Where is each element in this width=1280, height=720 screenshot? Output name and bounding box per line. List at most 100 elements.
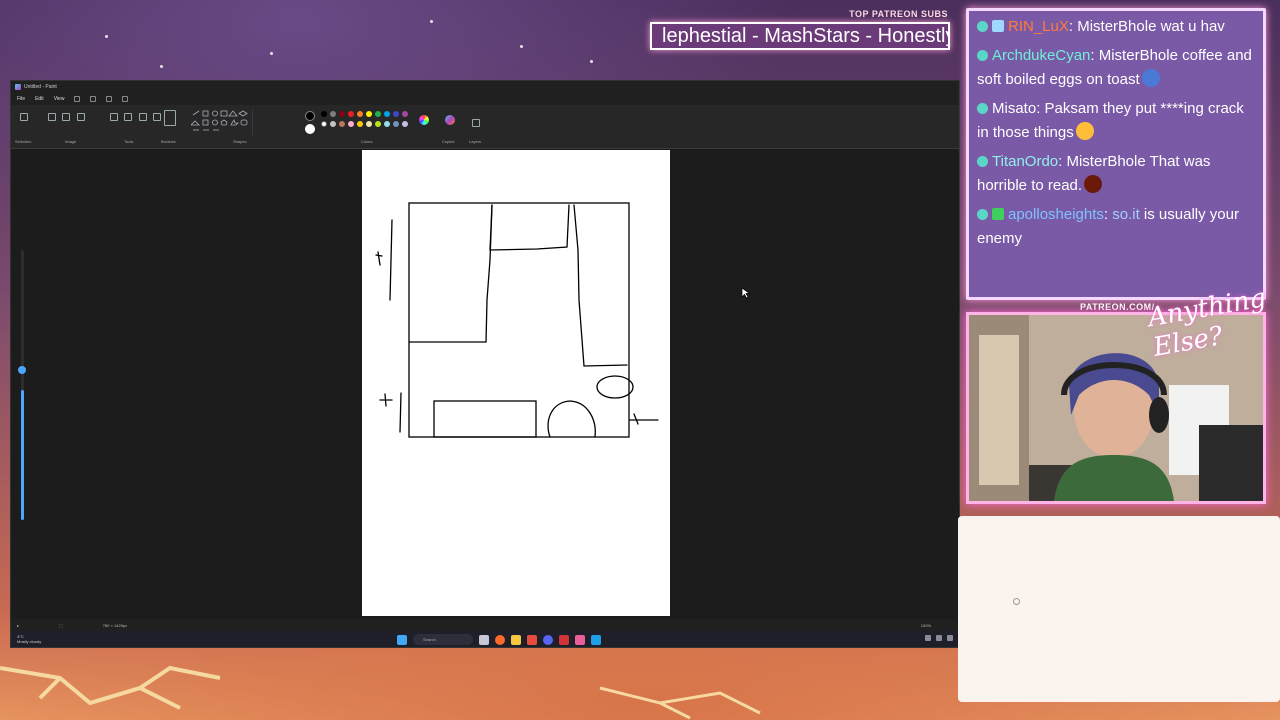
menu-file[interactable]: File [17,96,25,102]
colors-group [305,111,315,134]
zoom-level[interactable]: 100% [921,623,931,628]
palette-swatch[interactable] [339,111,345,117]
open-icon[interactable] [90,96,97,102]
menu-view[interactable]: View [54,96,65,102]
palette-swatch[interactable] [384,111,390,117]
network-icon[interactable] [936,635,942,641]
door-mark-bottom [379,392,402,433]
window-title: Untitled - Paint [24,84,57,90]
chat-badge-icon [977,50,988,61]
palette-swatch[interactable] [402,111,408,117]
chat-link[interactable]: so.it [1112,206,1140,223]
brushes-group [163,109,177,132]
palette-swatch[interactable] [348,111,354,117]
primary-color[interactable] [305,111,315,121]
firefox-icon[interactable] [495,634,505,645]
select-icon[interactable] [20,113,28,121]
discord-icon[interactable] [543,634,553,645]
text-icon[interactable] [138,113,147,121]
label-colors: Colors [361,139,373,144]
weather-widget[interactable]: 4°C Mostly cloudy [17,634,41,644]
start-icon[interactable] [397,634,407,645]
undo-icon[interactable] [106,96,113,102]
canvas-size: 780 × 1420px [102,622,128,628]
app-icon-red[interactable] [527,634,537,645]
crop-icon[interactable] [48,113,56,121]
brush-size-handle[interactable] [18,366,26,374]
fill-icon[interactable] [124,113,133,121]
label-brushes: Brushes [161,139,176,144]
task-view-icon[interactable] [479,634,489,645]
resize-icon[interactable] [62,113,71,121]
save-icon[interactable] [74,96,81,102]
palette-swatch[interactable] [357,121,363,127]
drawing-canvas[interactable] [362,150,670,616]
brush-icon[interactable] [164,110,176,126]
door-mark-top [375,219,393,301]
chat-separator: : [1103,206,1113,223]
app-icon-blue[interactable] [591,634,601,645]
file-explorer-icon[interactable] [511,634,521,645]
chat-username[interactable]: Misato [992,100,1036,117]
palette-swatch[interactable] [348,121,354,127]
palette-swatch[interactable] [393,111,399,117]
patreon-label: PATREON.COM/ [1080,302,1155,312]
secondary-color[interactable] [305,124,315,134]
star [430,20,433,23]
eraser-icon[interactable] [153,113,162,121]
user-badge-icon [992,208,1004,220]
copilot-button[interactable] [445,115,455,125]
paint-taskbar-icon[interactable] [575,634,585,645]
palette-swatch[interactable] [357,111,363,117]
label-shapes: Shapes [233,139,247,144]
palette-swatch[interactable] [321,121,327,127]
chat-username[interactable]: apollosheights [1008,206,1104,223]
patreon-ticker: lephestial - MashStars - Honestly [650,22,950,50]
status-bar: ▸ ⬚ 780 × 1420px 100% [11,619,959,631]
palette-swatch[interactable] [330,111,336,117]
chat-username[interactable]: ArchdukeCyan [992,47,1090,64]
taskbar-apps: Search [397,634,601,645]
ribbon: Selection Image Tools Brushes Shapes Col… [11,105,959,149]
windows-taskbar: 4°C Mostly cloudy Search [11,631,959,647]
shapes-gallery[interactable] [190,109,251,133]
right-room [573,204,628,367]
selection-group [19,109,29,127]
mouse-cursor-icon [741,287,751,299]
user-badge-icon [992,20,1004,32]
palette-swatch[interactable] [393,121,399,127]
palette-swatch[interactable] [384,121,390,127]
window-mark [629,413,659,425]
stream-chat: RIN_LuX: MisterBhole wat u hav ArchdukeCy… [966,8,1266,300]
chat-username[interactable]: TitanOrdo [992,153,1058,170]
round-table [596,375,634,399]
menu-edit[interactable]: Edit [35,96,44,102]
volume-icon[interactable] [947,635,953,641]
background-cracks [0,665,761,720]
palette-swatch[interactable] [375,111,381,117]
edit-colors-button[interactable] [419,115,429,125]
taskbar-search[interactable]: Search [413,634,473,645]
palette-swatch[interactable] [375,121,381,127]
paint-app-icon [15,84,21,90]
canvas-area [11,150,959,622]
chat-username[interactable]: RIN_LuX [1008,18,1069,35]
chat-message: ArchdukeCyan: MisterBhole coffee and sof… [977,44,1257,92]
image-group [47,109,86,127]
chat-separator: : [1090,47,1099,64]
palette-swatch[interactable] [402,121,408,127]
palette-swatch[interactable] [366,111,372,117]
redo-icon[interactable] [122,96,129,102]
layers-button[interactable] [471,115,481,133]
app-icon-record[interactable] [559,634,569,645]
palette-swatch[interactable] [366,121,372,127]
brush-size-fill [21,390,24,520]
palette-swatch[interactable] [339,121,345,127]
palette-swatch[interactable] [321,111,327,117]
pencil-icon[interactable] [110,113,118,121]
label-selection: Selection [15,139,32,144]
chat-message: RIN_LuX: MisterBhole wat u hav [977,15,1257,39]
rotate-icon[interactable] [76,113,85,121]
palette-swatch[interactable] [330,121,336,127]
tray-chevron-icon[interactable] [925,635,931,641]
